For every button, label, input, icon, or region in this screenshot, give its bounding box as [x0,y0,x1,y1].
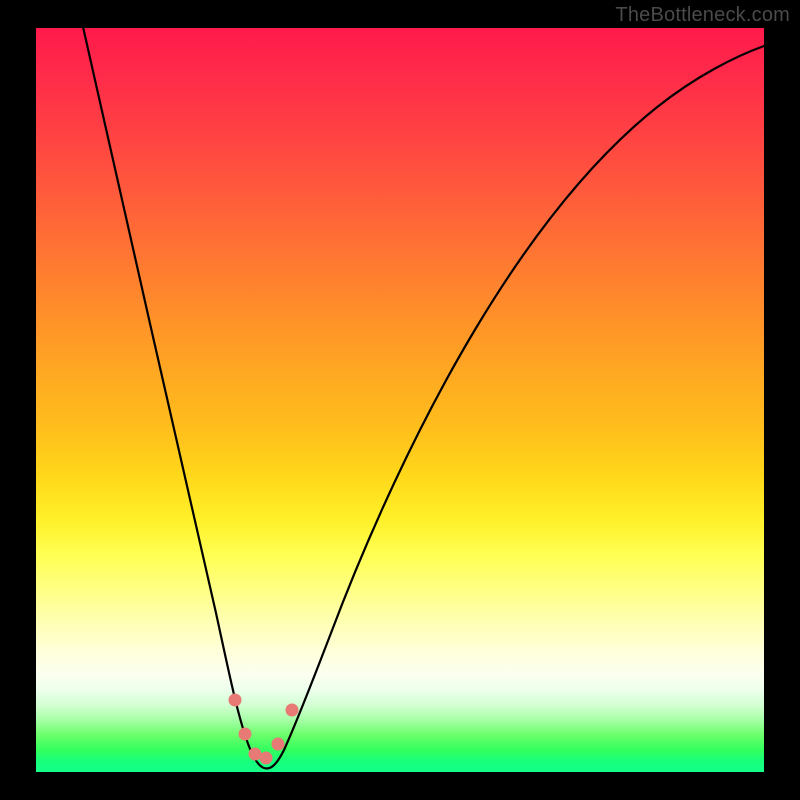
curve-svg [36,28,764,772]
plot-area [36,28,764,772]
marker-dot [286,704,298,716]
bottleneck-curve [81,28,764,768]
marker-dot [272,738,284,750]
marker-dot [239,728,251,740]
marker-dot [260,752,272,764]
marker-dot [249,748,261,760]
watermark-text: TheBottleneck.com [615,4,790,27]
marker-dot [229,694,241,706]
chart-frame: TheBottleneck.com [0,0,800,800]
